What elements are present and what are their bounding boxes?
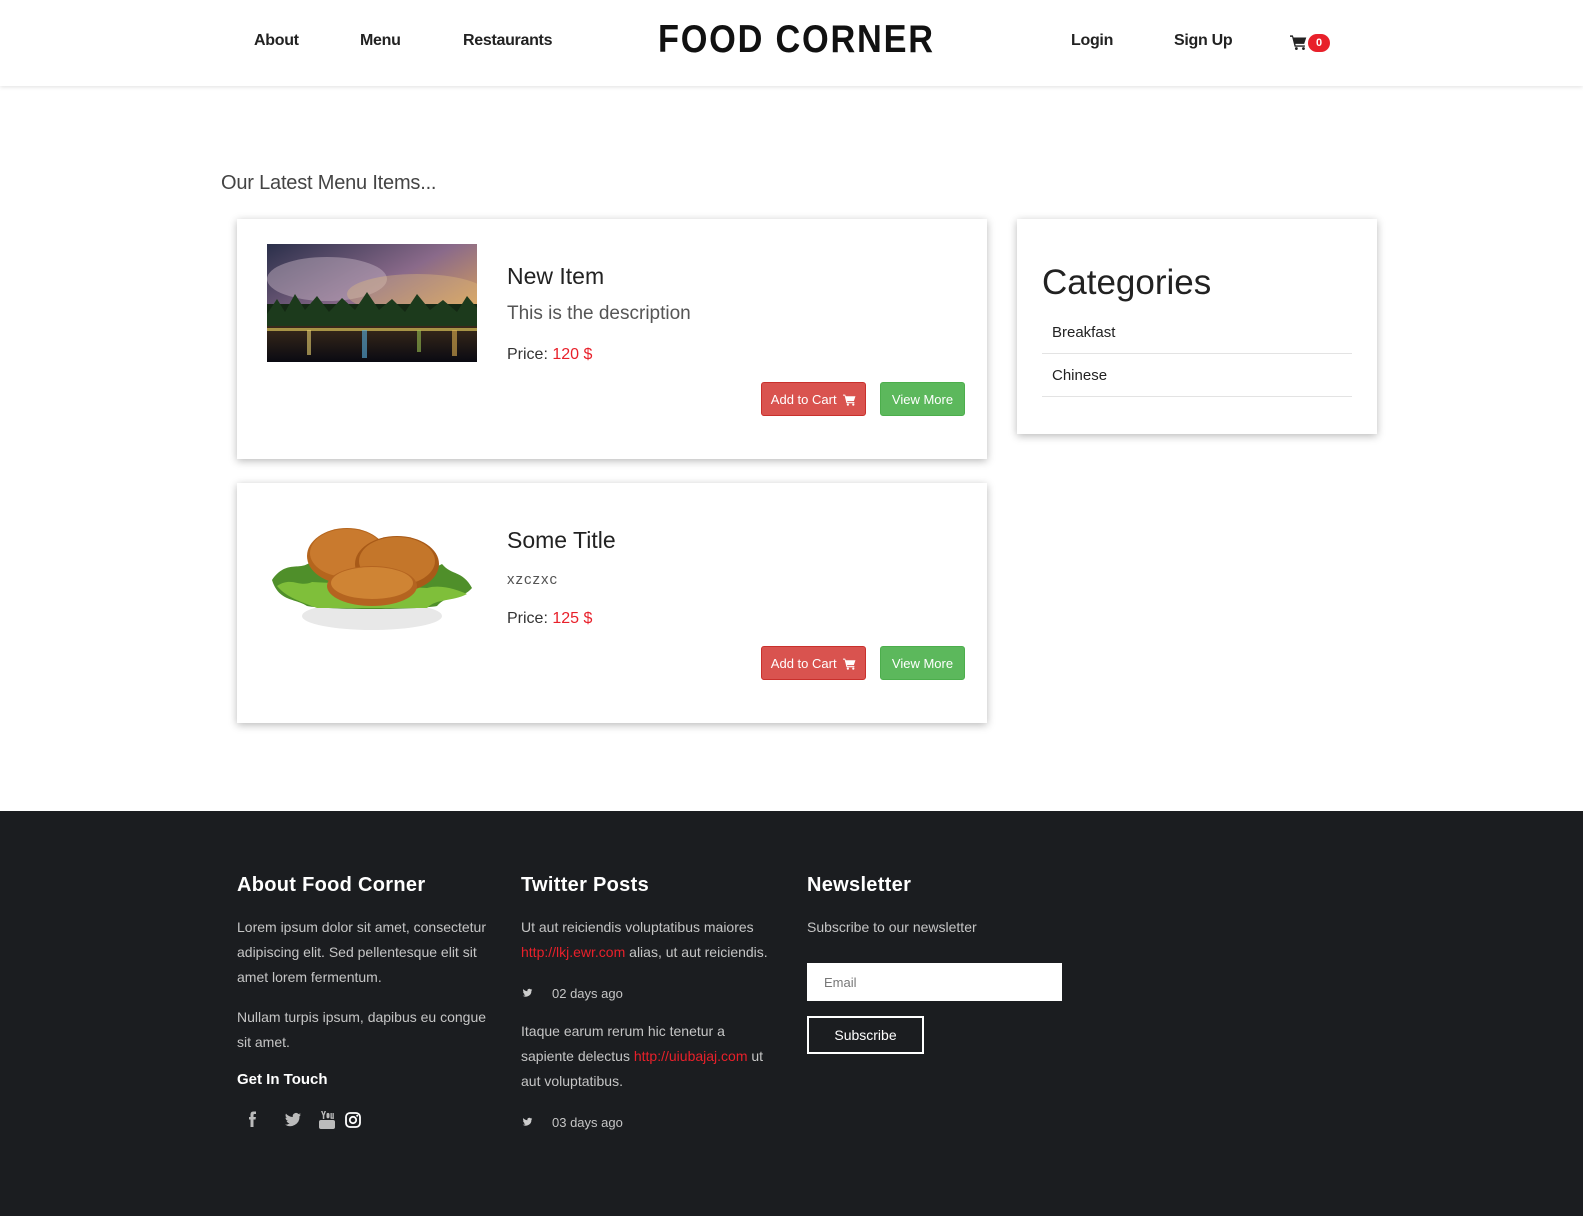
cart-icon[interactable] bbox=[1290, 34, 1307, 51]
footer-about-paragraph: Nullam turpis ipsum, dapibus eu congue s… bbox=[237, 1009, 487, 1050]
tweet-time: 02 days ago bbox=[552, 986, 623, 1001]
twitter-icon bbox=[522, 988, 533, 997]
cart-icon bbox=[843, 658, 856, 670]
menu-item-image bbox=[267, 244, 477, 362]
tweet-text-part: Ut aut reiciendis voluptatibus maiores bbox=[521, 919, 754, 935]
menu-item-description: This is the description bbox=[507, 303, 691, 324]
menu-item-image bbox=[267, 498, 477, 638]
cart-count-badge: 0 bbox=[1308, 34, 1330, 52]
facebook-icon[interactable] bbox=[243, 1110, 263, 1130]
site-footer: About Food Corner Lorem ipsum dolor sit … bbox=[0, 811, 1583, 1216]
price-value: 120 $ bbox=[552, 346, 593, 363]
add-to-cart-button[interactable]: Add to Cart bbox=[761, 646, 866, 680]
add-to-cart-label: Add to Cart bbox=[770, 656, 837, 671]
add-to-cart-button[interactable]: Add to Cart bbox=[761, 382, 866, 416]
cart-icon bbox=[843, 394, 856, 406]
subscribe-button[interactable]: Subscribe bbox=[807, 1016, 924, 1054]
site-logo[interactable]: FOOD CORNER bbox=[658, 18, 935, 62]
menu-item-price: Price: 120 $ bbox=[507, 346, 592, 364]
nav-restaurants-link[interactable]: Restaurants bbox=[463, 32, 552, 50]
categories-title: Categories bbox=[1042, 263, 1212, 302]
categories-panel: Categories Breakfast Chinese bbox=[1017, 219, 1377, 434]
tweet-link[interactable]: http://uiubajaj.com bbox=[634, 1048, 748, 1064]
nav-login-link[interactable]: Login bbox=[1071, 32, 1113, 50]
instagram-icon[interactable] bbox=[343, 1110, 363, 1130]
price-value: 125 $ bbox=[552, 610, 593, 627]
menu-item-price: Price: 125 $ bbox=[507, 610, 592, 628]
footer-twitter-heading: Twitter Posts bbox=[521, 874, 649, 896]
tweet-text: Ut aut reiciendis voluptatibus maiores h… bbox=[521, 915, 771, 965]
add-to-cart-label: Add to Cart bbox=[770, 392, 837, 407]
footer-newsletter-heading: Newsletter bbox=[807, 874, 912, 896]
menu-item-title[interactable]: New Item bbox=[507, 263, 604, 290]
nav-signup-link[interactable]: Sign Up bbox=[1174, 32, 1233, 50]
category-item-breakfast[interactable]: Breakfast bbox=[1042, 311, 1352, 354]
footer-about-paragraph: Lorem ipsum dolor sit amet, consectetur … bbox=[237, 919, 486, 985]
footer-about-heading: About Food Corner bbox=[237, 874, 426, 896]
tweet-text: Itaque earum rerum hic tenetur a sapient… bbox=[521, 1019, 771, 1094]
nav-menu-link[interactable]: Menu bbox=[360, 32, 401, 50]
tweet-text-part: alias, ut aut reiciendis. bbox=[629, 944, 768, 960]
view-more-button[interactable]: View More bbox=[880, 646, 965, 680]
menu-item-description: xzczxc bbox=[507, 571, 558, 588]
menu-item-card: Some Title xzczxc Price: 125 $ Add to Ca… bbox=[237, 483, 987, 723]
site-header: About Menu Restaurants FOOD CORNER Login… bbox=[0, 0, 1583, 86]
price-label: Price: bbox=[507, 346, 548, 363]
tweet-link[interactable]: http://lkj.ewr.com bbox=[521, 944, 625, 960]
nav-about-link[interactable]: About bbox=[254, 32, 299, 50]
twitter-icon[interactable] bbox=[283, 1110, 303, 1130]
section-title: Our Latest Menu Items... bbox=[221, 172, 437, 194]
view-more-button[interactable]: View More bbox=[880, 382, 965, 416]
youtube-icon[interactable] bbox=[317, 1110, 337, 1130]
menu-item-card: New Item This is the description Price: … bbox=[237, 219, 987, 459]
get-in-touch-heading: Get In Touch bbox=[237, 1071, 328, 1088]
category-item-chinese[interactable]: Chinese bbox=[1042, 354, 1352, 397]
newsletter-email-input[interactable] bbox=[807, 963, 1062, 1001]
price-label: Price: bbox=[507, 610, 548, 627]
twitter-icon bbox=[522, 1117, 533, 1126]
tweet-time: 03 days ago bbox=[552, 1115, 623, 1130]
newsletter-text: Subscribe to our newsletter bbox=[807, 919, 977, 935]
menu-item-title[interactable]: Some Title bbox=[507, 527, 616, 554]
